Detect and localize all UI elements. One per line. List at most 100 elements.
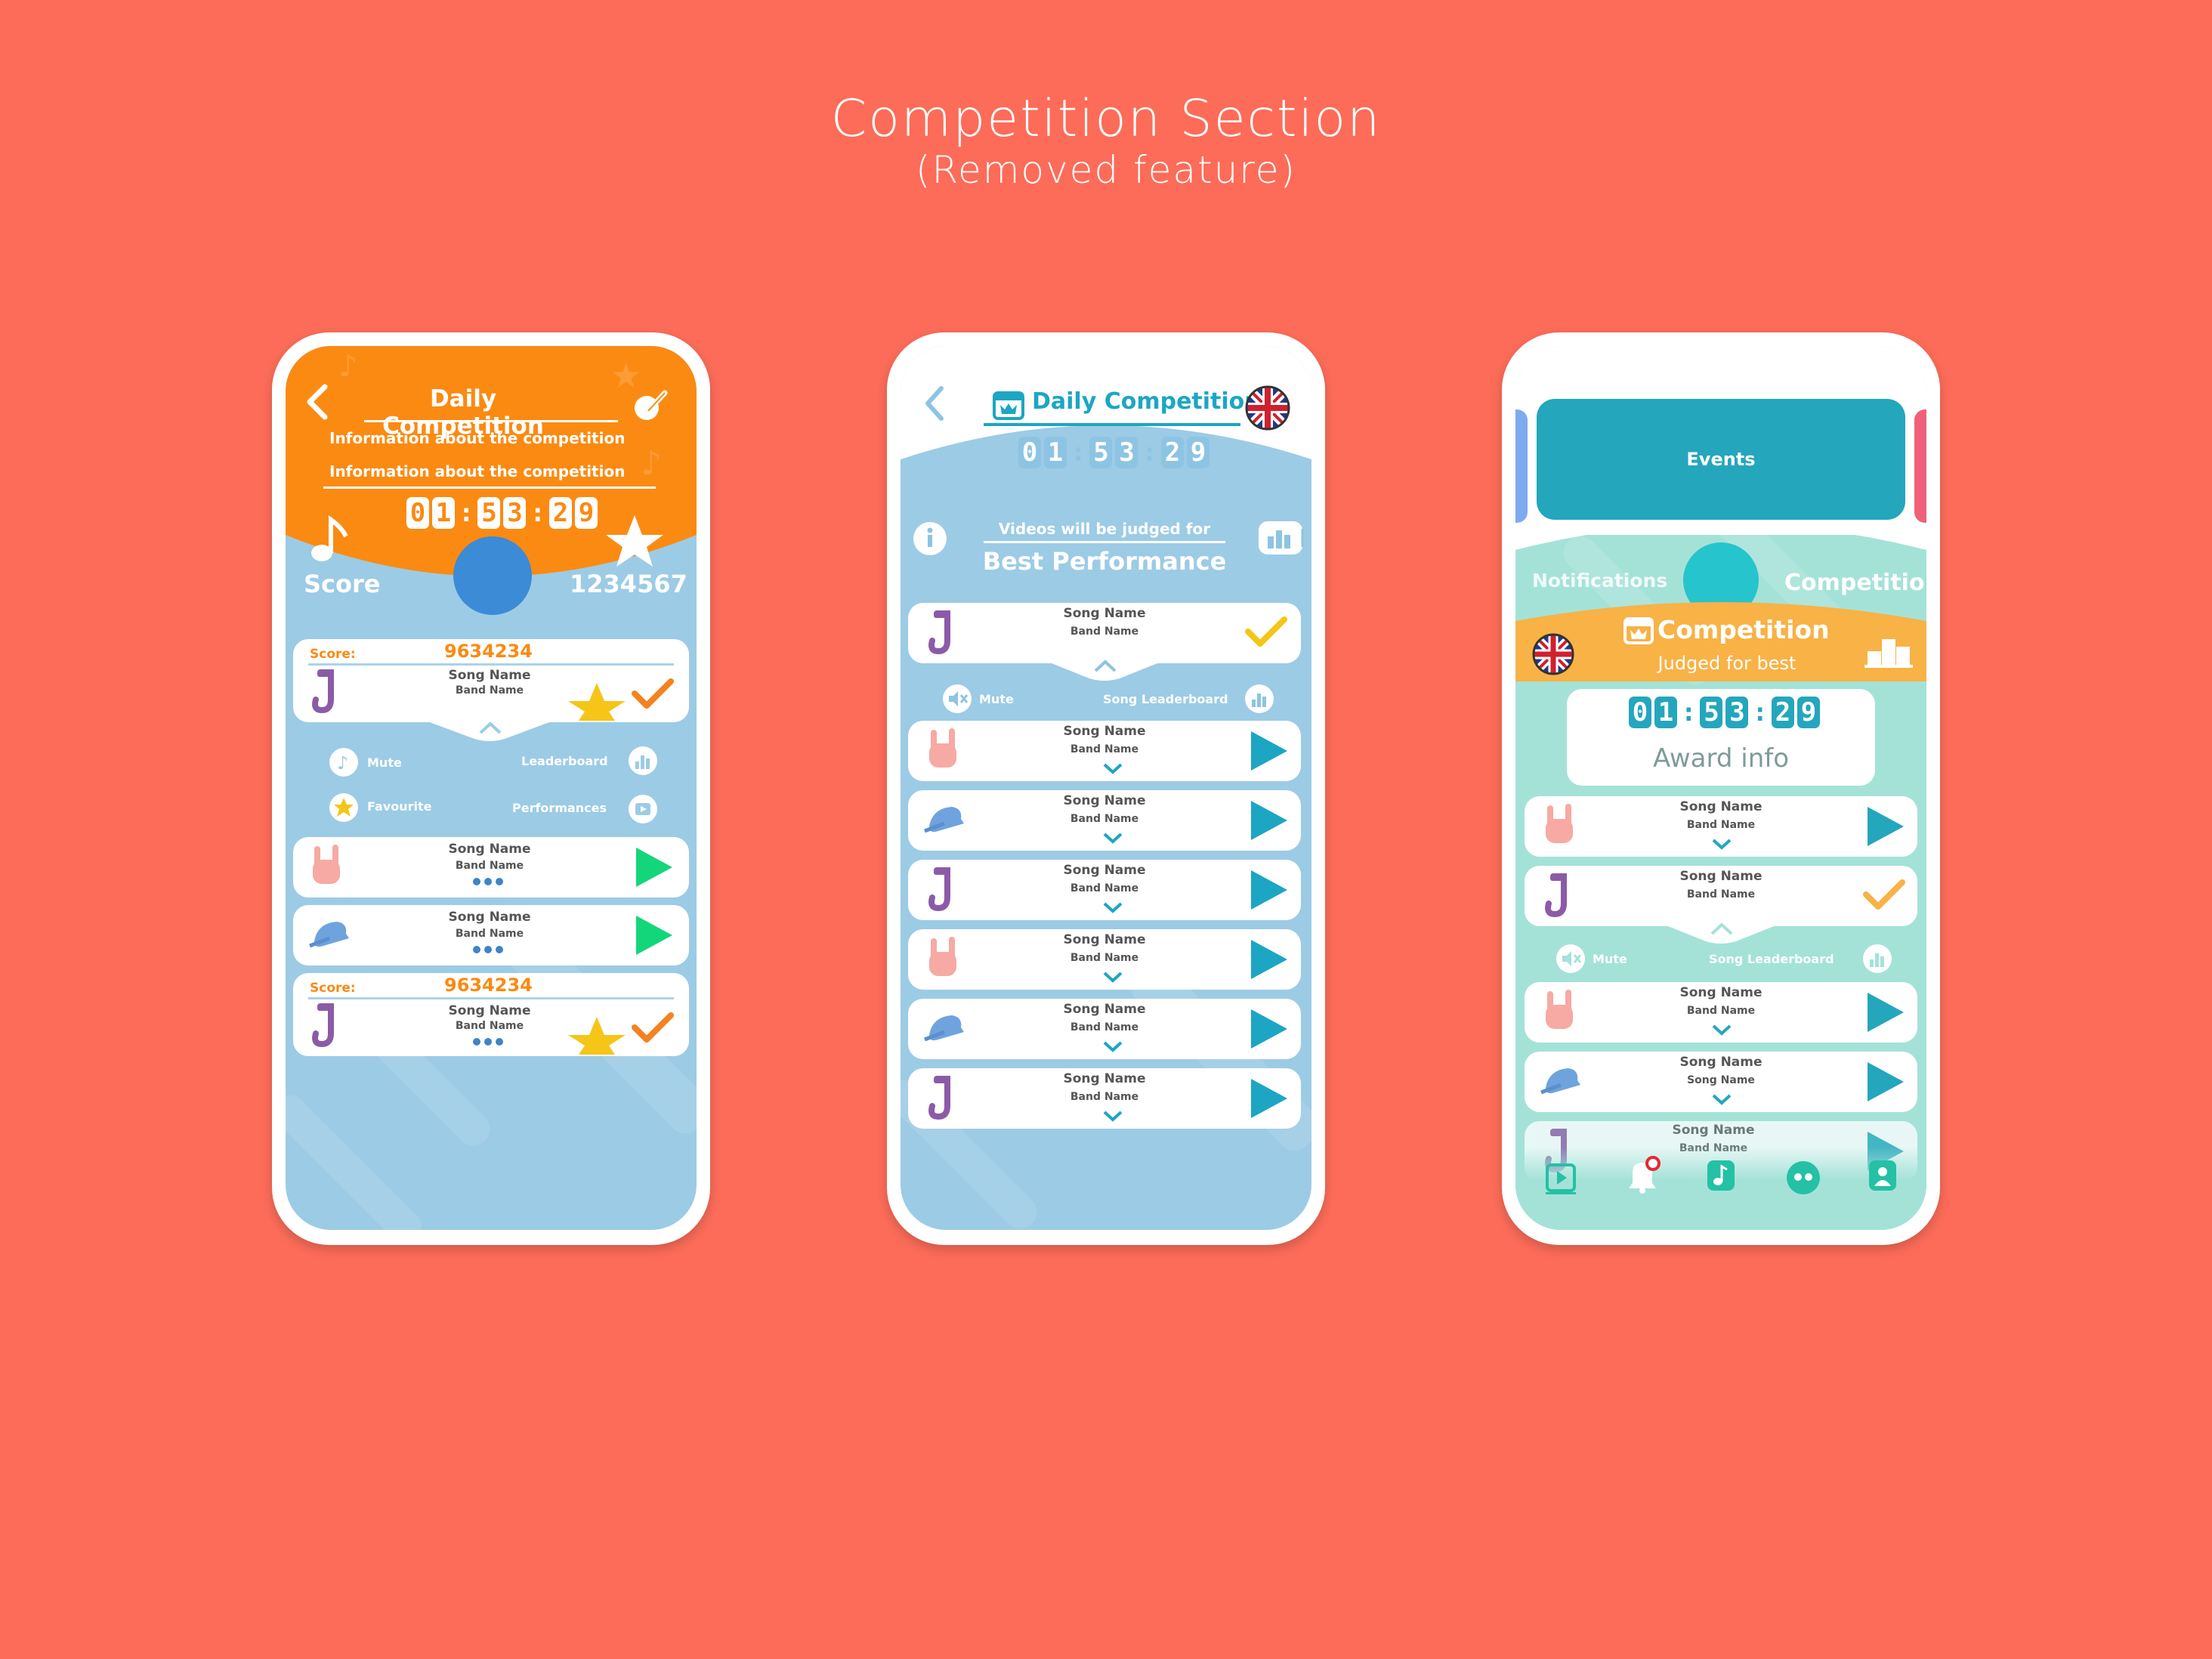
leaderboard-icon[interactable] [1245,684,1274,713]
list-item[interactable]: Song Name Band Name [293,837,689,897]
saxophone-icon [928,610,950,655]
mute-icon[interactable]: ♪ [329,748,358,777]
play-icon[interactable] [1245,1006,1290,1052]
info-icon[interactable] [911,520,949,558]
award-info-label: Award info [1652,743,1790,774]
rock-hand-icon [1546,804,1573,843]
check-icon [1863,879,1905,910]
play-icon[interactable] [1245,867,1290,913]
list-item[interactable]: Song Name Band Name [908,999,1301,1059]
expand-chevron-icon[interactable] [1101,901,1124,916]
events-button[interactable]: Events [1537,399,1905,520]
list-item[interactable]: Song Name Band Name [908,929,1301,990]
award-info-card[interactable]: 0 1 : 5 3 : 2 9 Award info [1567,689,1875,786]
tab-competition[interactable]: Competition [1784,570,1926,596]
phone2-countdown-timer: 0 1 : 5 3 : 2 9 [1017,437,1211,468]
play-icon[interactable] [630,845,675,890]
mute-label[interactable]: Mute [367,755,402,770]
list-item[interactable]: Song Name Band Name [908,790,1301,851]
list-item[interactable]: Song Name Band Name [1525,866,1917,926]
more-options-icon[interactable] [473,1038,503,1046]
song-leaderboard-label[interactable]: Song Leaderboard [1103,692,1228,706]
carousel-prev-card[interactable] [1515,409,1528,523]
leaderboard-icon[interactable] [1863,944,1892,973]
expand-chevron-icon[interactable] [1710,1023,1733,1038]
list-item[interactable]: Song Name Band Name [908,1068,1301,1129]
leaderboard-icon[interactable] [629,746,657,775]
expand-chevron-icon[interactable] [1101,831,1124,846]
play-icon[interactable] [630,913,675,958]
leaderboard-icon[interactable] [1256,518,1308,558]
play-icon[interactable] [1245,1076,1290,1121]
list-item[interactable]: Song Name Band Name [908,860,1301,920]
list-item[interactable]: Song Name Band Name [293,905,689,965]
collapse-chevron-icon[interactable] [1092,659,1118,674]
rock-hand-icon [929,728,956,768]
saxophone-icon [928,867,950,912]
cap-icon [924,807,964,833]
uk-flag-icon[interactable] [1532,633,1574,675]
performances-icon[interactable] [629,795,657,823]
expand-chevron-icon[interactable] [1101,1040,1124,1055]
cap-icon [924,1015,964,1042]
star-icon [606,515,663,567]
edit-icon[interactable] [632,388,669,422]
phone3-countdown-timer: 0 1 : 5 3 : 2 9 [1627,697,1821,728]
tab-notifications[interactable]: Notifications [1532,570,1667,592]
list-item[interactable]: Song Name Band Name [1525,796,1917,857]
more-options-icon[interactable] [473,878,503,885]
play-icon[interactable] [1861,1059,1907,1104]
uk-flag-icon[interactable] [1245,385,1290,431]
podium-icon[interactable] [1864,635,1913,669]
back-chevron-icon[interactable] [304,382,331,422]
more-options-icon[interactable] [473,946,503,953]
phone1-screen: ♪ ★ ♪ Daily Competition Information abou… [286,346,697,1230]
friends-icon[interactable] [1784,1159,1822,1197]
leaderboard-label[interactable]: Leaderboard [521,754,608,768]
mute-label[interactable]: Mute [1593,952,1627,966]
song-leaderboard-label[interactable]: Song Leaderboard [1709,952,1834,966]
list-item[interactable]: Song Name Song Name [1525,1052,1917,1112]
expand-chevron-icon[interactable] [1101,762,1124,777]
play-icon[interactable] [1861,990,1907,1035]
rock-hand-icon [313,845,340,884]
svg-text:♪: ♪ [338,349,358,384]
play-icon[interactable] [1245,798,1290,843]
list-item[interactable]: Score: 9634234 Song Name Band Name [293,973,689,1056]
music-note-icon [311,515,348,561]
rock-hand-icon [1546,990,1573,1029]
mute-icon[interactable] [943,684,972,713]
phone3-screen: Events Notifications Competition Competi… [1515,346,1926,1230]
score-label: Score [304,570,381,598]
expand-chevron-icon[interactable] [1710,1092,1733,1108]
expand-chevron-icon[interactable] [1101,1109,1124,1124]
mute-label[interactable]: Mute [979,692,1014,706]
list-item[interactable]: Song Name Band Name [908,721,1301,781]
favourite-icon[interactable] [329,793,358,822]
collapse-chevron-icon[interactable] [477,721,503,736]
expand-chevron-icon[interactable] [1710,837,1733,852]
phone-events-competition: Events Notifications Competition Competi… [1502,332,1940,1245]
notifications-bell-icon[interactable] [1623,1154,1664,1198]
back-chevron-icon[interactable] [920,384,947,423]
play-icon[interactable] [1245,728,1290,774]
list-item[interactable]: Score: 9634234 Song Name Band Name [293,639,689,722]
favourite-label[interactable]: Favourite [367,799,431,814]
cap-icon [309,922,349,948]
collapse-chevron-icon[interactable] [1709,922,1735,937]
carousel-next-card[interactable] [1914,409,1926,523]
star-badge-icon [568,683,626,721]
play-icon[interactable] [1245,937,1290,982]
mute-icon[interactable] [1556,944,1585,973]
performances-label[interactable]: Performances [512,801,607,815]
expand-chevron-icon[interactable] [1101,970,1124,985]
list-item[interactable]: Song Name Band Name [908,603,1301,663]
avatar-circle[interactable] [453,536,532,615]
list-item[interactable]: Song Name Band Name [1525,982,1917,1043]
play-icon[interactable] [1861,804,1907,849]
svg-text:♪: ♪ [337,752,348,774]
video-icon[interactable] [1543,1160,1580,1198]
profile-icon[interactable] [1866,1157,1899,1195]
calendar-crown-icon [1623,617,1654,644]
music-icon[interactable] [1704,1157,1738,1195]
